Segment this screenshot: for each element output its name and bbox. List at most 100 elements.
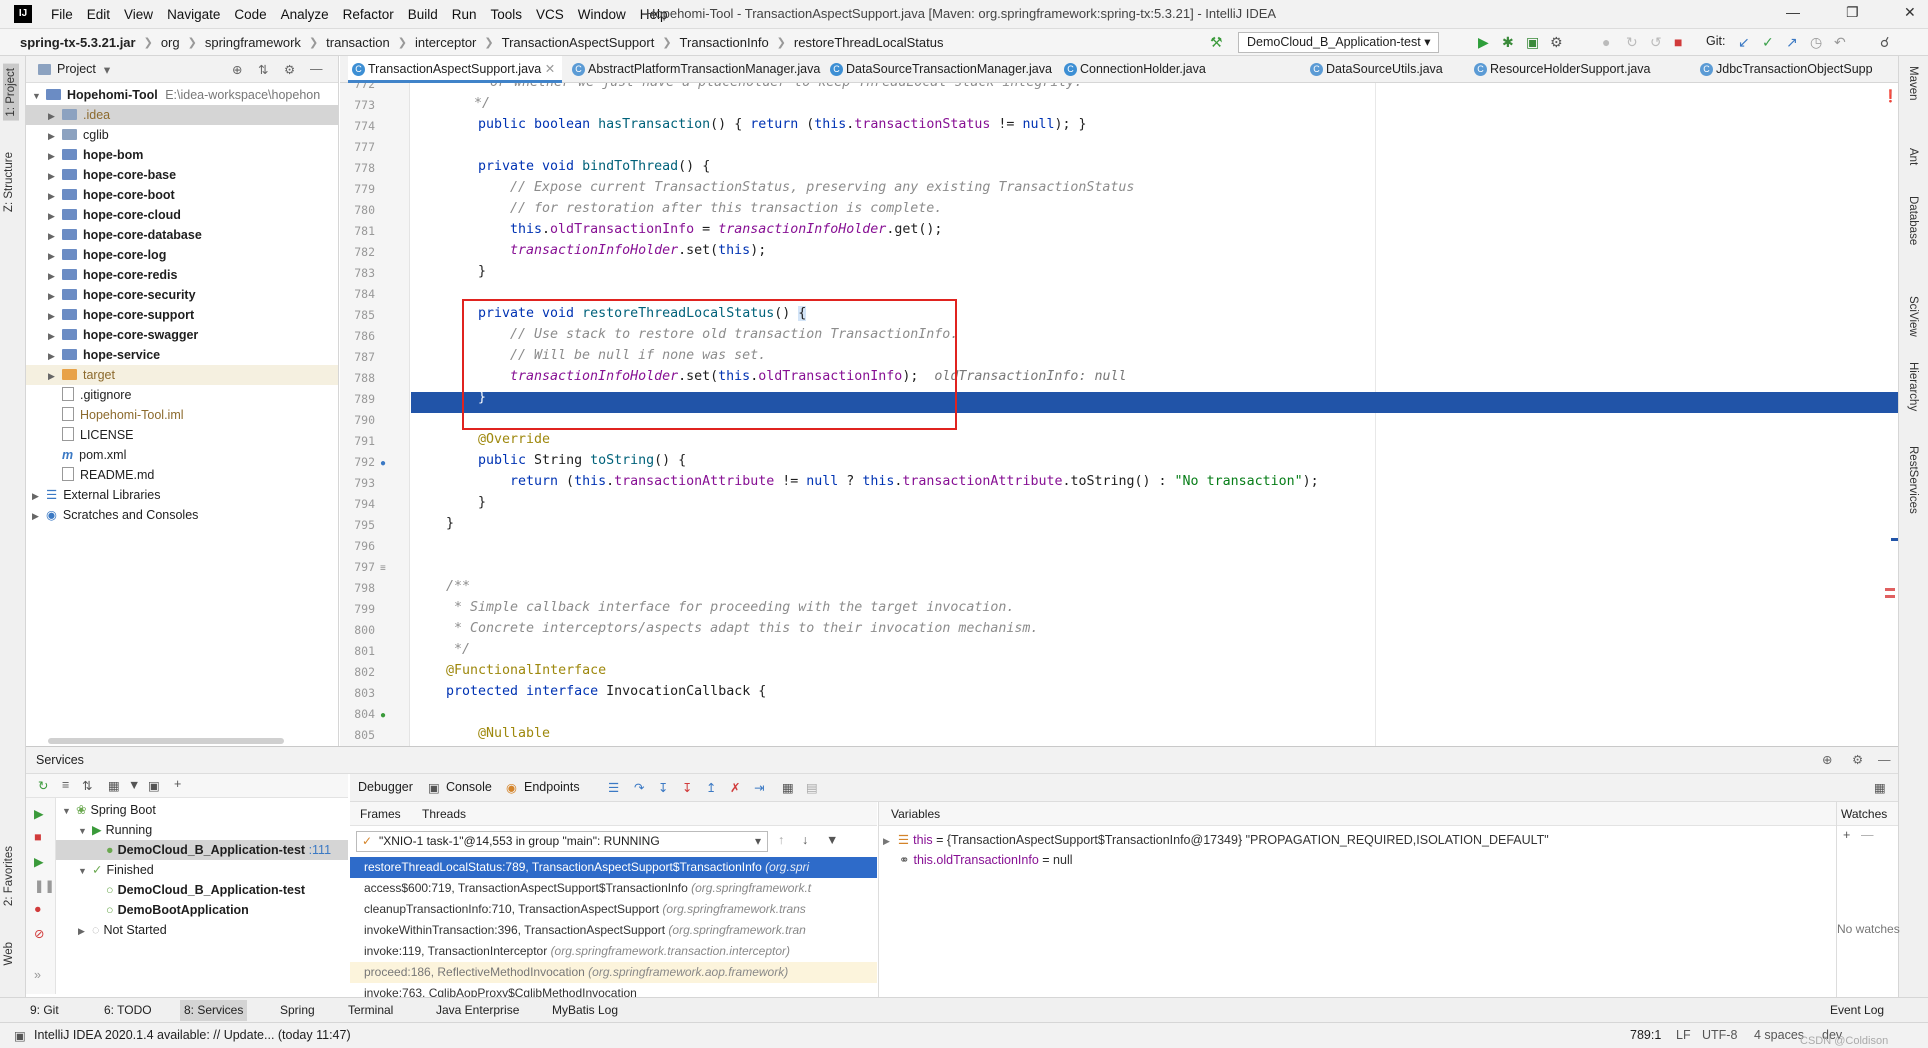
stop-icon[interactable]: ■ [1674,34,1682,50]
new-tab-icon[interactable]: ▣ [148,778,160,793]
menu-file[interactable]: File [44,7,80,22]
tree-item-license[interactable]: LICENSE [62,425,134,445]
step-into-icon[interactable]: ↧ [658,780,668,795]
service-spring-boot[interactable]: ▼ ❀ Spring Boot [62,800,156,820]
project-tool-tab[interactable]: 1: Project [3,64,19,121]
breadcrumb-org[interactable]: org [159,35,182,50]
variable-old-transaction-info[interactable]: ⚭ this.oldTransactionInfo = null [899,852,1073,867]
tab-resourceholdersupport[interactable]: C ResourceHolderSupport.java [1470,56,1656,83]
stack-frame[interactable]: restoreThreadLocalStatus:789, Transactio… [350,857,877,878]
tool-tab-git[interactable]: 9: Git [30,1003,59,1017]
tab-jdbctransactionobjectsupport[interactable]: C JdbcTransactionObjectSupp [1696,56,1876,83]
breadcrumb-method[interactable]: restoreThreadLocalStatus [792,35,946,50]
add-icon[interactable]: + [174,777,181,791]
breadcrumb-springframework[interactable]: springframework [203,35,303,50]
expand-all-icon[interactable]: ≡ [62,778,69,792]
tree-item-pom[interactable]: m pom.xml [62,445,126,465]
menu-analyze[interactable]: Analyze [274,7,336,22]
tree-item-hope-core-redis[interactable]: ▶ hope-core-redis [48,265,177,285]
tab-endpoints[interactable]: Endpoints [524,780,580,794]
tool-tab-mybatis-log[interactable]: MyBatis Log [552,1003,618,1017]
tree-item-hope-core-cloud[interactable]: ▶ hope-core-cloud [48,205,181,225]
service-finished-app[interactable]: ○ DemoCloud_B_Application-test [106,880,305,900]
stack-frame[interactable]: invoke:763, CglibAopProxy$CglibMethodInv… [350,983,877,997]
step-over-icon[interactable]: ↷ [634,780,644,795]
tree-item-external-libraries[interactable]: ▶ ☰ External Libraries [32,485,160,505]
view-breakpoints-icon[interactable]: ● [34,902,42,916]
locate-icon[interactable]: ⊕ [232,62,242,77]
git-rollback-icon[interactable]: ↶ [1834,34,1846,51]
tab-transactionaspectsupport[interactable]: C TransactionAspectSupport.java ✕ [348,56,562,83]
pause-icon[interactable]: ❚❚ [34,878,55,893]
tab-datasourceutils[interactable]: C DataSourceUtils.java [1306,56,1458,83]
stack-frame[interactable]: invokeWithinTransaction:396, Transaction… [350,920,877,941]
tree-item-idea[interactable]: ▶ .idea [26,105,338,125]
hide-icon[interactable]: — [1878,747,1891,774]
tree-item-hope-core-swagger[interactable]: ▶ hope-core-swagger [48,325,198,345]
stack-frame[interactable]: proceed:186, ReflectiveMethodInvocation … [350,962,877,983]
chevron-down-icon[interactable]: ▾ [104,62,110,77]
build-hammer-icon[interactable]: ⚒ [1210,34,1223,51]
collapse-all-icon[interactable]: ⇅ [82,778,92,793]
menu-view[interactable]: View [117,7,160,22]
git-push-icon[interactable]: ↗ [1786,34,1798,51]
tree-item-hope-core-support[interactable]: ▶ hope-core-support [48,305,194,325]
tab-threads[interactable]: Threads [422,807,466,821]
tab-connectionholder[interactable]: C ConnectionHolder.java [1060,56,1220,83]
update-icon[interactable]: ↻ [1626,34,1638,51]
web-tool-tab[interactable]: Web [3,942,15,965]
git-commit-icon[interactable]: ✓ [1762,34,1774,51]
add-watch-icon[interactable]: + [1843,828,1850,842]
breadcrumb-transaction[interactable]: transaction [324,35,392,50]
resume-icon[interactable]: ▶ [34,854,44,869]
ant-tool-tab[interactable]: Ant [1907,148,1919,165]
tree-item-hope-service[interactable]: ▶ hope-service [48,345,160,365]
tab-debugger[interactable]: Debugger [358,780,413,794]
tree-item-readme[interactable]: README.md [62,465,154,485]
breadcrumb-interceptor[interactable]: interceptor [413,35,478,50]
implemented-gutter-icon[interactable]: ● [380,710,386,721]
breadcrumb-jar[interactable]: spring-tx-5.3.21.jar [18,35,138,50]
menu-code[interactable]: Code [227,7,273,22]
menu-tools[interactable]: Tools [484,7,530,22]
tab-abstractplatformtransactionmanager[interactable]: C AbstractPlatformTransactionManager.java [568,56,824,83]
tool-tab-spring[interactable]: Spring [280,1003,315,1017]
evaluate-icon[interactable]: ▦ [782,780,794,795]
filter-icon[interactable]: ▼ [128,778,140,792]
menu-edit[interactable]: Edit [80,7,117,22]
caret-position[interactable]: 789:1 [1630,1028,1661,1042]
remove-watch-icon[interactable]: — [1861,828,1874,842]
tree-item-gitignore[interactable]: .gitignore [62,385,131,405]
structure-tool-tab[interactable]: Z: Structure [3,152,15,212]
more-icon[interactable]: » [34,968,41,982]
menu-run[interactable]: Run [445,7,484,22]
update-notification[interactable]: IntelliJ IDEA 2020.1.4 available: // Upd… [34,1028,351,1042]
breadcrumb-inner-class[interactable]: TransactionInfo [678,35,771,50]
hide-icon[interactable]: — [310,62,323,76]
tree-item-hope-core-database[interactable]: ▶ hope-core-database [48,225,202,245]
previous-frame-icon[interactable]: ↑ [778,833,784,847]
sciview-tool-tab[interactable]: SciView [1907,296,1919,337]
coverage-icon[interactable]: ▣ [1526,34,1539,51]
profile-icon[interactable]: ⚙ [1550,34,1563,51]
service-running-app[interactable]: ● DemoCloud_B_Application-test :111 [56,840,348,860]
thread-selector[interactable]: ✓ "XNIO-1 task-1"@14,553 in group "main"… [356,831,768,852]
project-horizontal-scrollbar[interactable] [48,738,284,744]
tree-item-hope-bom[interactable]: ▶ hope-bom [48,145,143,165]
next-frame-icon[interactable]: ↓ [802,833,808,847]
search-everywhere-icon[interactable]: ☌ [1880,34,1889,51]
editor-gutter[interactable]: 772 773 774 777 778 779 780 781 782 783 … [340,83,410,746]
tree-item-hope-core-boot[interactable]: ▶ hope-core-boot [48,185,175,205]
breadcrumb-class[interactable]: TransactionAspectSupport [500,35,657,50]
restservices-tool-tab[interactable]: RestServices [1907,446,1919,514]
drop-frame-icon[interactable]: ✗ [730,780,740,795]
project-view-select[interactable]: Project [57,62,96,76]
service-finished-group[interactable]: ▼ ✓ Finished [78,860,154,880]
favorites-tool-tab[interactable]: 2: Favorites [3,846,15,906]
run-icon[interactable]: ▶ [1478,34,1489,51]
git-update-icon[interactable]: ↙ [1738,34,1750,51]
rerun-icon[interactable]: ↺ [1650,34,1662,51]
step-out-icon[interactable]: ↥ [706,780,716,795]
run-to-cursor-icon[interactable]: ⇥ [754,780,764,795]
menu-build[interactable]: Build [401,7,445,22]
